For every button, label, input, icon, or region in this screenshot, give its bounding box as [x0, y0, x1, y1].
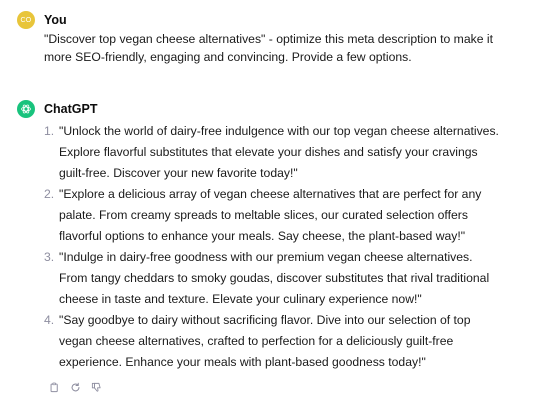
openai-logo-icon	[21, 104, 31, 114]
thumbs-down-button[interactable]	[89, 380, 103, 394]
list-item-number: 3.	[44, 250, 55, 264]
copy-icon	[50, 382, 58, 392]
thumbs-down-icon	[91, 382, 101, 392]
list-item-number: 4.	[44, 313, 55, 327]
user-avatar: CO	[17, 11, 35, 29]
list-item-number: 2.	[44, 187, 55, 201]
assistant-author-name: ChatGPT	[44, 102, 98, 116]
list-item: 4. "Say goodbye to dairy without sacrifi…	[44, 310, 504, 373]
regenerate-button[interactable]	[68, 380, 82, 394]
list-item-text: "Explore a delicious array of vegan chee…	[59, 187, 482, 243]
user-avatar-initials: CO	[20, 16, 32, 24]
list-item-text: "Say goodbye to dairy without sacrificin…	[59, 313, 471, 369]
regenerate-icon	[71, 382, 79, 391]
assistant-avatar	[17, 100, 35, 118]
user-message-body: You "Discover top vegan cheese alternati…	[44, 11, 540, 66]
user-author-name: You	[44, 13, 67, 27]
list-item: 3. "Indulge in dairy-free goodness with …	[44, 247, 504, 310]
list-item-text: "Unlock the world of dairy-free indulgen…	[59, 124, 499, 180]
copy-button[interactable]	[47, 380, 61, 394]
user-message-text: "Discover top vegan cheese alternatives"…	[44, 32, 493, 64]
list-item: 1. "Unlock the world of dairy-free indul…	[44, 121, 504, 184]
list-item: 2. "Explore a delicious array of vegan c…	[44, 184, 504, 247]
options-list: 1. "Unlock the world of dairy-free indul…	[44, 121, 504, 373]
list-item-number: 1.	[44, 124, 55, 138]
assistant-message-body: ChatGPT 1. "Unlock the world of dairy-fr…	[44, 100, 540, 394]
list-item-text: "Indulge in dairy-free goodness with our…	[59, 250, 490, 306]
message-actions	[47, 380, 540, 394]
